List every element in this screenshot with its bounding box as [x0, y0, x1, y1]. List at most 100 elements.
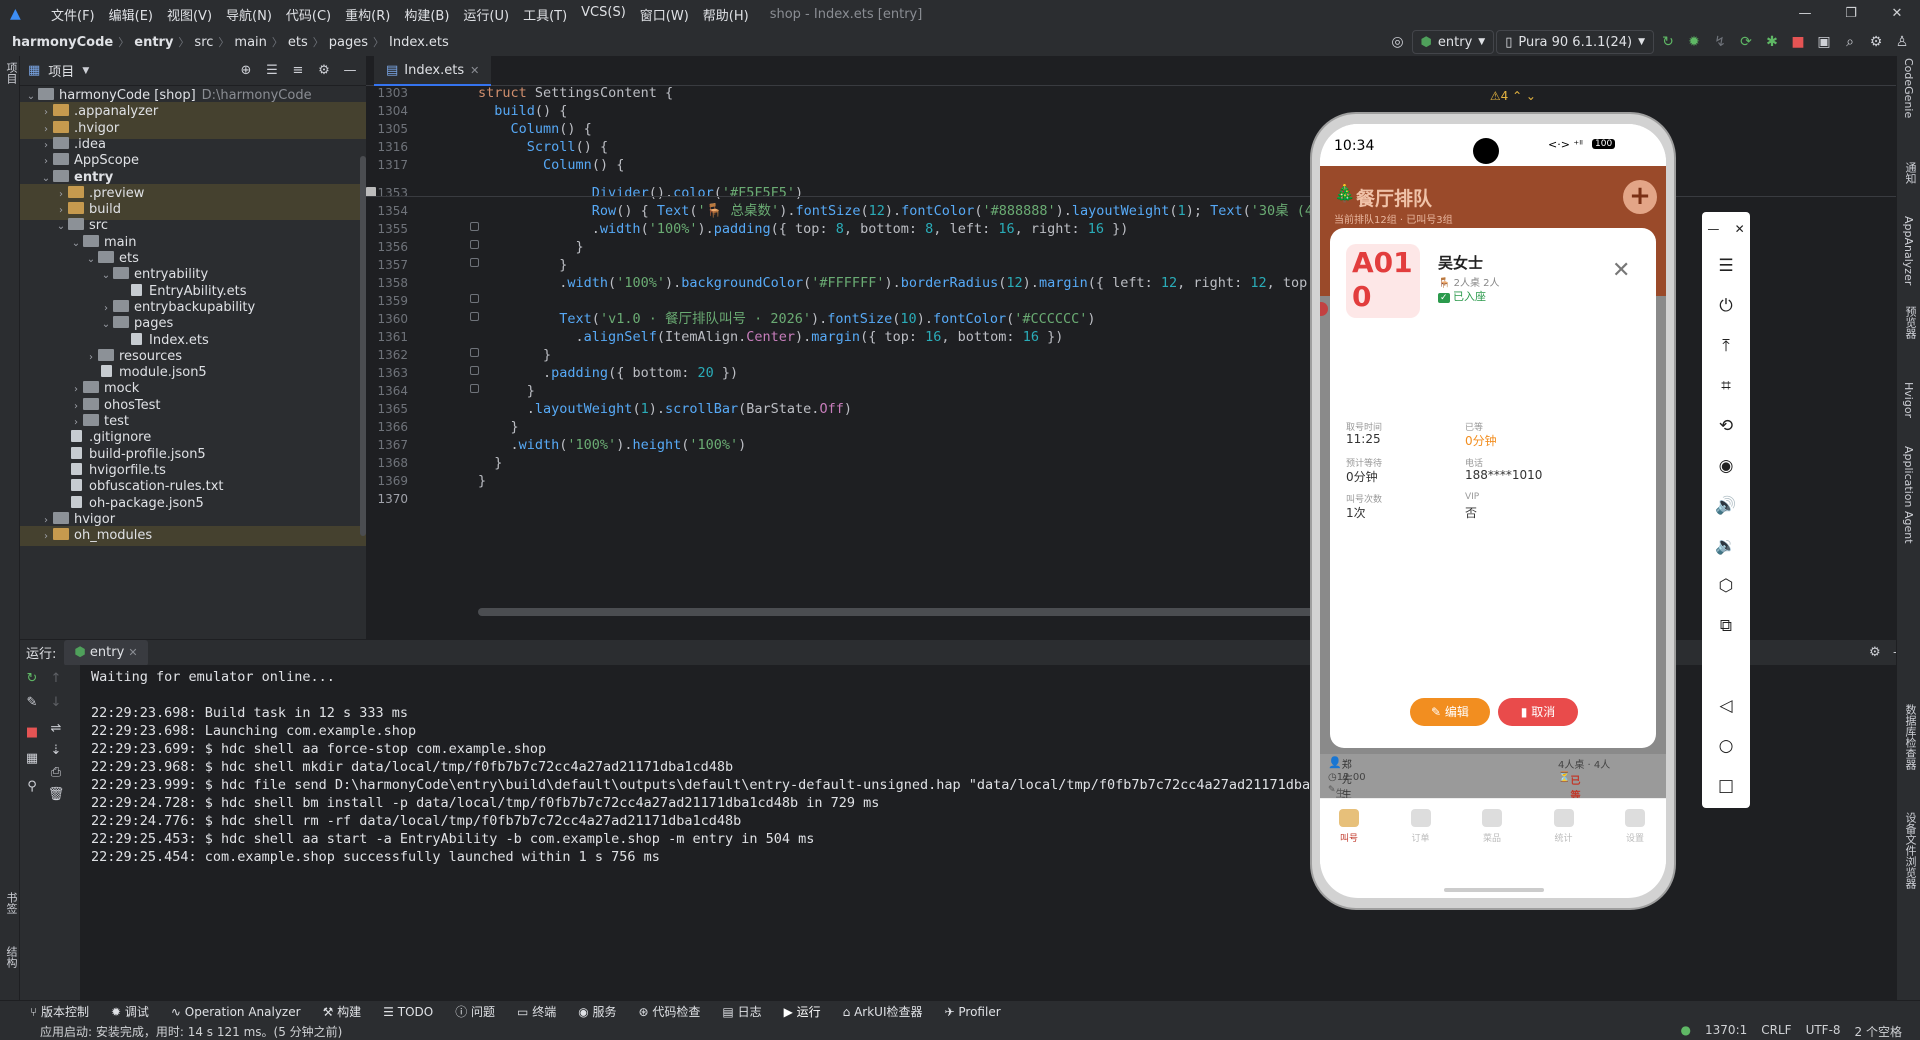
menu-item[interactable]: 编辑(E): [102, 5, 160, 24]
breadcrumb-item[interactable]: harmonyCode: [12, 35, 113, 50]
reload-icon[interactable]: ⟳: [1734, 30, 1758, 54]
status-message[interactable]: 应用启动: 安装完成，用时: 14 s 121 ms。(5 分钟之前): [0, 1023, 342, 1040]
expand-all-icon[interactable]: ☰: [262, 63, 282, 78]
cursor-position[interactable]: 1370:1: [1705, 1023, 1747, 1040]
tool-window-7[interactable]: ◉ 服务: [578, 1003, 616, 1020]
menu-item[interactable]: 构建(B): [397, 5, 456, 24]
settings-icon[interactable]: ⚙: [1864, 30, 1888, 54]
stop-icon[interactable]: ■: [1786, 30, 1810, 54]
home-icon[interactable]: ○: [1702, 736, 1750, 756]
code-line[interactable]: .layoutWeight(1).scrollBar(BarState.Off): [478, 398, 852, 420]
menu-item[interactable]: 运行(U): [456, 5, 516, 24]
queue-item[interactable]: 👤 郑先生 4人桌 · 4人 ◷ 12:00 ⏳ 已等10分钟 ✎ 生日聚餐: [1320, 754, 1666, 845]
cancel-button[interactable]: ▮ 取消: [1498, 698, 1578, 726]
trash-icon[interactable]: 🗑: [46, 787, 66, 802]
horizontal-scrollbar[interactable]: [478, 608, 1338, 616]
account-icon[interactable]: ♙: [1890, 30, 1914, 54]
down-arrow-icon[interactable]: ↓: [46, 695, 66, 710]
right-tool-tab[interactable]: CodeGenie: [1902, 58, 1915, 118]
warnings-badge[interactable]: ⚠4 ⌃ ⌄: [1490, 89, 1536, 103]
project-tool-tab[interactable]: 项目: [3, 62, 19, 84]
code-line[interactable]: .width('100%').backgroundColor('#FFFFFF'…: [478, 272, 1315, 294]
menu-item[interactable]: VCS(S): [574, 5, 633, 24]
edit-button[interactable]: ✎ 编辑: [1410, 698, 1490, 726]
pin-icon[interactable]: ⚲: [22, 779, 42, 794]
structure-tool-tab[interactable]: 结构: [3, 946, 19, 968]
close-tab-icon[interactable]: ✕: [470, 64, 479, 77]
menu-item[interactable]: 帮助(H): [696, 5, 756, 24]
profile-icon[interactable]: ↯: [1708, 30, 1732, 54]
close-window-icon[interactable]: ✕: [1874, 0, 1920, 28]
recent-icon[interactable]: □: [1702, 776, 1750, 796]
close-icon[interactable]: ✕: [1612, 258, 1630, 283]
app-tab-0[interactable]: 叫号: [1320, 809, 1384, 844]
scroll-end-icon[interactable]: ⇣: [46, 743, 66, 758]
breadcrumb-item[interactable]: Index.ets: [389, 35, 449, 50]
maximize-icon[interactable]: ❐: [1828, 0, 1874, 28]
fold-icon[interactable]: ⬡: [1702, 576, 1750, 596]
device-select[interactable]: ▯ Pura 90 6.1.1(24) ▼: [1496, 30, 1654, 54]
chevron-down-icon[interactable]: ▼: [82, 66, 89, 76]
rerun-icon[interactable]: ↻: [1656, 30, 1680, 54]
app-tab-3[interactable]: 统计: [1529, 809, 1599, 844]
menu-item[interactable]: 文件(F): [44, 5, 102, 24]
emulator-minimize-close-icons[interactable]: — ✕: [1702, 222, 1750, 236]
right-tool-tab[interactable]: Hvigor: [1902, 382, 1915, 418]
right-tool-tab[interactable]: 预览器: [1902, 306, 1918, 339]
tab-index-ets[interactable]: ▤ Index.ets ✕: [374, 56, 492, 86]
target-icon[interactable]: ◎: [1386, 30, 1410, 54]
search-icon[interactable]: ⌕: [1838, 30, 1862, 54]
tool-window-2[interactable]: ∿ Operation Analyzer: [171, 1005, 301, 1019]
volume-down-icon[interactable]: 🔉: [1702, 536, 1750, 556]
up-arrow-icon[interactable]: ↑: [46, 671, 66, 686]
screenshot-icon[interactable]: ◉: [1702, 456, 1750, 476]
menu-item[interactable]: 窗口(W): [633, 5, 696, 24]
code-line[interactable]: .width('100%').height('100%'): [478, 434, 747, 456]
tool-window-1[interactable]: ✹ 调试: [111, 1003, 149, 1020]
app-tab-2[interactable]: 菜品: [1457, 809, 1527, 844]
breadcrumb-item[interactable]: pages: [329, 35, 368, 50]
right-tool-tab[interactable]: 数据库检查器: [1902, 704, 1918, 770]
phone-screen[interactable]: 10:34 <·> ⁺ˡˡ 100 🎄 餐厅排队 当前排队12组 · 已叫号3组…: [1320, 124, 1666, 898]
tool-window-0[interactable]: ⑂ 版本控制: [30, 1003, 89, 1020]
power-icon[interactable]: ⏻: [1702, 296, 1750, 316]
right-tool-tab[interactable]: 通知: [1902, 162, 1918, 184]
bookmarks-tool-tab[interactable]: 书签: [3, 892, 19, 914]
rerun-icon[interactable]: ↻: [22, 671, 42, 686]
right-tool-tab[interactable]: Application Agent: [1902, 446, 1915, 544]
menu-icon[interactable]: ☰: [1702, 256, 1750, 276]
upload-icon[interactable]: ⤒: [1702, 336, 1750, 356]
menu-item[interactable]: 重构(R): [338, 5, 397, 24]
minimize-icon[interactable]: —: [1782, 0, 1828, 28]
debug-icon[interactable]: ✹: [1682, 30, 1706, 54]
menu-item[interactable]: 视图(V): [160, 5, 219, 24]
tool-window-3[interactable]: ⚒ 构建: [323, 1003, 362, 1020]
code-editor[interactable]: 1303 1304 1305 1316 1317 1353 1354 1355 1356 1357…: [366, 86, 1920, 639]
menu-item[interactable]: 工具(T): [516, 5, 574, 24]
menu-item[interactable]: 代码(C): [279, 5, 338, 24]
breadcrumb-item[interactable]: ets: [288, 35, 308, 50]
project-panel-title[interactable]: 项目: [48, 61, 74, 80]
code-line[interactable]: }: [478, 470, 486, 492]
volume-up-icon[interactable]: 🔊: [1702, 496, 1750, 516]
device-manager-icon[interactable]: ▣: [1812, 30, 1836, 54]
tool-window-10[interactable]: ▶ 运行: [784, 1003, 821, 1020]
code-line[interactable]: Column() {: [478, 154, 624, 176]
line-separator[interactable]: CRLF: [1761, 1023, 1791, 1040]
breadcrumb-item[interactable]: main: [234, 35, 266, 50]
attach-debug-icon[interactable]: ✱: [1760, 30, 1784, 54]
tool-window-11[interactable]: ⌂ ArkUI检查器: [843, 1003, 923, 1020]
file-encoding[interactable]: UTF-8: [1806, 1023, 1841, 1040]
app-tab-1[interactable]: 订单: [1386, 809, 1456, 844]
run-tab-entry[interactable]: ⬢ entry ✕: [64, 639, 148, 666]
chevron-icon[interactable]: ›: [39, 527, 53, 547]
stop-icon[interactable]: ■: [22, 725, 42, 740]
add-button[interactable]: +: [1623, 180, 1657, 214]
right-tool-tab[interactable]: 设备文件浏览器: [1902, 812, 1918, 889]
run-config-select[interactable]: ⬢ entry ▼: [1411, 30, 1495, 54]
tool-window-4[interactable]: ☰ TODO: [383, 1005, 433, 1019]
breadcrumb-item[interactable]: entry: [134, 35, 173, 50]
tool-window-12[interactable]: ✈ Profiler: [945, 1005, 1001, 1019]
fold-marker-icon[interactable]: [470, 294, 479, 303]
app-tab-4[interactable]: 设置: [1600, 809, 1666, 844]
